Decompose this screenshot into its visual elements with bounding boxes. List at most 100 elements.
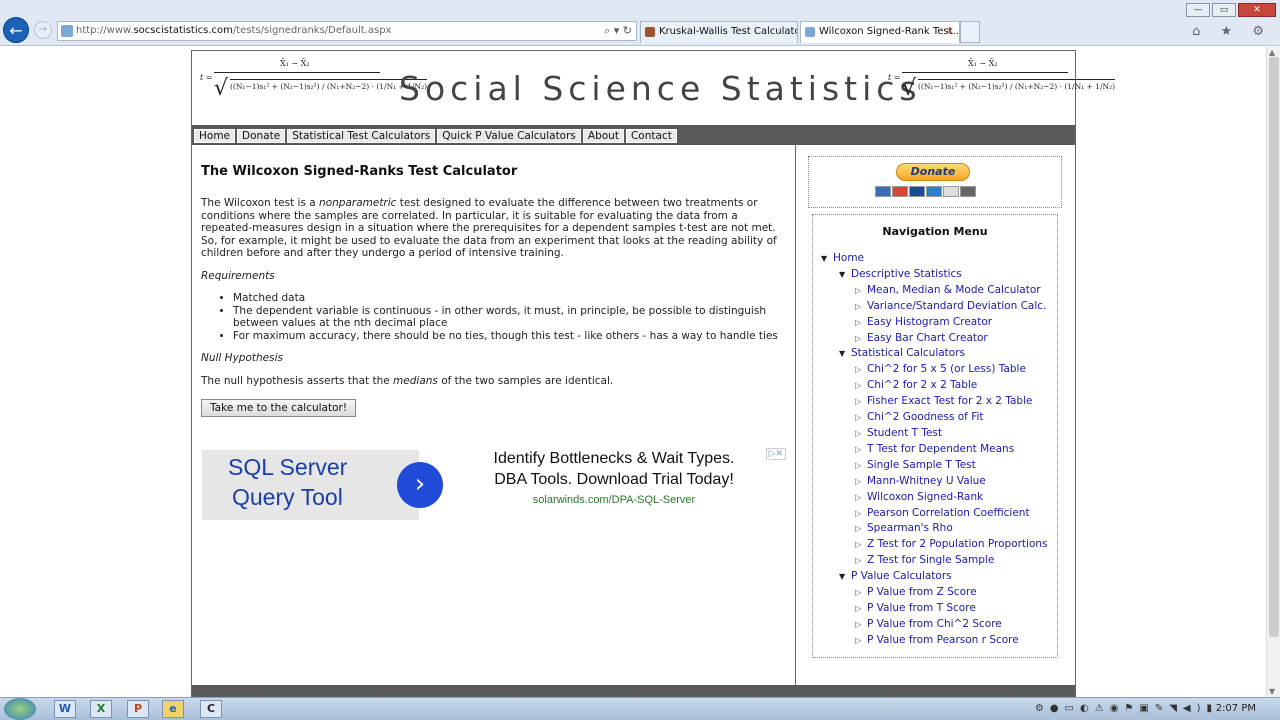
nav-menu-item[interactable]: ▷ P Value from Z Score	[821, 585, 1049, 601]
nav-menu-item-label[interactable]: Spearman's Rho	[867, 522, 953, 534]
nav-about[interactable]: About	[582, 129, 624, 143]
nav-menu-item-label[interactable]: P Value Calculators	[851, 570, 952, 582]
paypal-donate-button[interactable]: Donate	[896, 163, 970, 181]
ad-text[interactable]: Identify Bottlenecks & Wait Types. DBA T…	[464, 448, 764, 506]
nav-menu-item[interactable]: ▼ P Value Calculators	[821, 569, 1049, 585]
nav-menu-item[interactable]: ▷ Chi^2 for 5 x 5 (or Less) Table	[821, 362, 1049, 378]
tab-close-icon[interactable]: ×	[946, 22, 954, 42]
nav-menu-item[interactable]: ▷ Chi^2 for 2 x 2 Table	[821, 378, 1049, 394]
nav-contact[interactable]: Contact	[625, 129, 677, 143]
scroll-down-icon[interactable]: ▼	[1269, 687, 1275, 696]
nav-menu-item-label[interactable]: P Value from T Score	[867, 602, 976, 614]
triangle-right-icon[interactable]: ▷	[855, 331, 867, 347]
triangle-right-icon[interactable]: ▷	[855, 458, 867, 474]
tab-kruskal-wallis[interactable]: Kruskal-Wallis Test Calculator,...	[640, 21, 798, 43]
word-app-icon[interactable]: W	[54, 700, 76, 718]
nav-menu-item[interactable]: ▷ Variance/Standard Deviation Calc.	[821, 299, 1049, 315]
nav-menu-item[interactable]: ▷ P Value from Chi^2 Score	[821, 617, 1049, 633]
triangle-right-icon[interactable]: ▷	[855, 362, 867, 378]
triangle-right-icon[interactable]: ▷	[855, 617, 867, 633]
nav-menu-item-label[interactable]: Chi^2 Goodness of Fit	[867, 411, 984, 423]
nav-menu-item[interactable]: ▷ Mann-Whitney U Value	[821, 474, 1049, 490]
nav-menu-item-label[interactable]: Mean, Median & Mode Calculator	[867, 284, 1041, 296]
triangle-right-icon[interactable]: ▷	[855, 474, 867, 490]
nav-menu-item[interactable]: ▷ Z Test for Single Sample	[821, 553, 1049, 569]
triangle-down-icon[interactable]: ▼	[839, 569, 851, 585]
nav-menu-item-label[interactable]: Chi^2 for 2 x 2 Table	[867, 379, 977, 391]
nav-donate[interactable]: Donate	[237, 129, 286, 143]
nav-menu-item[interactable]: ▷ Mean, Median & Mode Calculator	[821, 283, 1049, 299]
triangle-down-icon[interactable]: ▼	[839, 346, 851, 362]
triangle-down-icon[interactable]: ▼	[839, 267, 851, 283]
advertisement[interactable]: SQL Server Query Tool › Identify Bottlen…	[202, 448, 786, 522]
vertical-scrollbar[interactable]: ▲ ▼	[1266, 47, 1280, 697]
nav-menu-item[interactable]: ▷ Z Test for 2 Population Proportions	[821, 537, 1049, 553]
nav-menu-item[interactable]: ▼ Home	[821, 251, 1049, 267]
ad-choices-icon[interactable]: ▷✕	[765, 448, 786, 460]
nav-menu-item-label[interactable]: Descriptive Statistics	[851, 268, 962, 280]
triangle-right-icon[interactable]: ▷	[855, 585, 867, 601]
powerpoint-app-icon[interactable]: P	[127, 700, 149, 718]
internet-explorer-app-icon[interactable]: e	[162, 700, 184, 718]
excel-app-icon[interactable]: X	[90, 700, 112, 718]
start-button[interactable]	[4, 698, 36, 720]
nav-menu-item-label[interactable]: Student T Test	[867, 427, 942, 439]
triangle-right-icon[interactable]: ▷	[855, 315, 867, 331]
nav-menu-item-label[interactable]: Variance/Standard Deviation Calc.	[867, 300, 1046, 312]
chevron-right-icon[interactable]: ›	[397, 462, 443, 508]
ad-url[interactable]: solarwinds.com/DPA-SQL-Server	[464, 494, 764, 506]
scroll-up-icon[interactable]: ▲	[1269, 48, 1275, 57]
triangle-right-icon[interactable]: ▷	[855, 521, 867, 537]
triangle-right-icon[interactable]: ▷	[855, 378, 867, 394]
triangle-right-icon[interactable]: ▷	[855, 299, 867, 315]
nav-menu-item-label[interactable]: Fisher Exact Test for 2 x 2 Table	[867, 395, 1032, 407]
close-button[interactable]: ✕	[1238, 3, 1276, 17]
new-tab-button[interactable]	[960, 21, 980, 43]
nav-statistical-test-calculators[interactable]: Statistical Test Calculators	[287, 129, 436, 143]
nav-menu-item-label[interactable]: P Value from Z Score	[867, 586, 977, 598]
nav-menu-item[interactable]: ▷ Easy Bar Chart Creator	[821, 331, 1049, 347]
nav-home[interactable]: Home	[194, 129, 236, 143]
nav-menu-item-label[interactable]: Z Test for Single Sample	[867, 554, 994, 566]
nav-menu-item[interactable]: ▷ P Value from Pearson r Score	[821, 633, 1049, 649]
nav-menu-item-label[interactable]: Z Test for 2 Population Proportions	[867, 538, 1048, 550]
nav-menu-item[interactable]: ▷ Chi^2 Goodness of Fit	[821, 410, 1049, 426]
nav-menu-item-label[interactable]: Mann-Whitney U Value	[867, 475, 986, 487]
nav-menu-item[interactable]: ▷ Spearman's Rho	[821, 521, 1049, 537]
nav-menu-item[interactable]: ▷ Student T Test	[821, 426, 1049, 442]
back-button[interactable]: ←	[3, 17, 29, 43]
home-favorites-tools-icons[interactable]: ⌂ ★ ⚙	[1192, 24, 1272, 39]
nav-menu-item[interactable]: ▷ Single Sample T Test	[821, 458, 1049, 474]
nav-menu-item-label[interactable]: Single Sample T Test	[867, 459, 976, 471]
nav-menu-item-label[interactable]: P Value from Chi^2 Score	[867, 618, 1002, 630]
nav-menu-item[interactable]: ▼ Descriptive Statistics	[821, 267, 1049, 283]
ad-image-panel[interactable]: SQL Server Query Tool	[202, 450, 419, 520]
triangle-right-icon[interactable]: ▷	[855, 283, 867, 299]
triangle-right-icon[interactable]: ▷	[855, 394, 867, 410]
nav-menu-item-label[interactable]: T Test for Dependent Means	[867, 443, 1014, 455]
scrollbar-thumb[interactable]	[1269, 57, 1279, 637]
nav-menu-item[interactable]: ▷ Pearson Correlation Coefficient	[821, 506, 1049, 522]
forward-button[interactable]: →	[34, 21, 52, 39]
nav-menu-item-label[interactable]: Pearson Correlation Coefficient	[867, 507, 1030, 519]
nav-menu-item-label[interactable]: Easy Histogram Creator	[867, 316, 992, 328]
triangle-right-icon[interactable]: ▷	[855, 537, 867, 553]
nav-menu-item-label[interactable]: Wilcoxon Signed-Rank	[867, 491, 983, 503]
search-refresh-icons[interactable]: ⌕ ▾ ↻	[604, 22, 632, 40]
nav-menu-item[interactable]: ▷ T Test for Dependent Means	[821, 442, 1049, 458]
triangle-right-icon[interactable]: ▷	[855, 506, 867, 522]
triangle-right-icon[interactable]: ▷	[855, 410, 867, 426]
nav-menu-item[interactable]: ▷ Easy Histogram Creator	[821, 315, 1049, 331]
nav-menu-item-label[interactable]: Chi^2 for 5 x 5 (or Less) Table	[867, 363, 1026, 375]
nav-menu-item-label[interactable]: Home	[833, 252, 864, 264]
nav-quick-p-value-calculators[interactable]: Quick P Value Calculators	[437, 129, 581, 143]
system-tray-icons[interactable]: ⚙●▭◐⚠◉⚑▣✎◥◀)▮	[1035, 703, 1218, 714]
minimize-button[interactable]: —	[1186, 3, 1210, 17]
triangle-right-icon[interactable]: ▷	[855, 553, 867, 569]
nav-menu-item-label[interactable]: Easy Bar Chart Creator	[867, 332, 988, 344]
triangle-right-icon[interactable]: ▷	[855, 633, 867, 649]
triangle-down-icon[interactable]: ▼	[821, 251, 833, 267]
nav-menu-item-label[interactable]: Statistical Calculators	[851, 347, 965, 359]
restore-button[interactable]: ▭	[1212, 3, 1236, 17]
triangle-right-icon[interactable]: ▷	[855, 601, 867, 617]
